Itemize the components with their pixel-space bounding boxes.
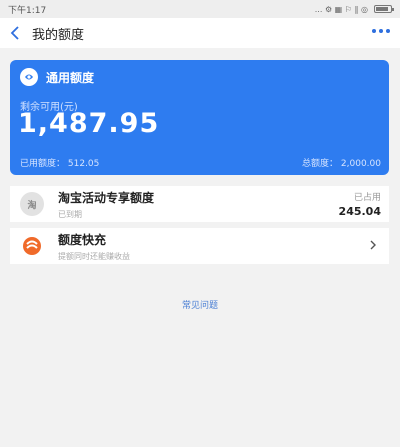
faq-link[interactable]: 常见问题: [0, 298, 400, 311]
used-value: 512.05: [67, 159, 100, 169]
row-title: 额度快充: [58, 232, 107, 247]
status-indicators: ... ⚙ ▦ ⚐ ∥ ◎: [314, 4, 394, 14]
row-subtitle: 已到期: [58, 209, 82, 219]
row-title: 淘宝活动专享额度: [58, 190, 155, 205]
taobao-quota-row[interactable]: 淘 淘宝活动专享额度 已到期 已占用 245.04: [10, 186, 389, 222]
credit-card: 通用额度 剩余可用(元) 1,487.95 已用额度： 512.05 总额度： …: [10, 60, 389, 175]
row-text: 额度快充 提额同时还能赚收益: [58, 231, 130, 262]
chevron-right-icon: [370, 240, 376, 250]
total-label: 总额度：: [302, 159, 339, 169]
row-subtitle: 提额同时还能赚收益: [58, 251, 130, 261]
battery-icon: [374, 5, 394, 13]
occupied-value: 245.04: [338, 205, 381, 218]
card-header: 通用额度: [20, 68, 94, 86]
page-title: 我的额度: [32, 27, 85, 43]
nav-bar: 我的额度: [0, 18, 400, 48]
taobao-icon: 淘: [20, 192, 44, 216]
alipay-logo-icon: [20, 68, 38, 86]
more-dots-icon[interactable]: [372, 29, 390, 33]
status-icons: ... ⚙ ▦ ⚐ ∥ ◎: [314, 4, 368, 14]
status-time: 下午1:17: [8, 5, 47, 16]
chevron-left-icon[interactable]: [0, 18, 30, 48]
quick-charge-icon: [20, 234, 44, 258]
used-quota: 已用额度： 512.05: [20, 156, 99, 169]
total-quota: 总额度： 2,000.00: [302, 156, 381, 169]
total-value: 2,000.00: [340, 159, 381, 169]
occupied-label: 已占用: [353, 193, 381, 203]
card-title: 通用额度: [46, 70, 95, 85]
occupied-info: 已占用 245.04: [339, 190, 381, 218]
quick-charge-row[interactable]: 额度快充 提额同时还能赚收益: [10, 228, 389, 264]
used-label: 已用额度：: [20, 159, 66, 169]
status-bar: 下午1:17 ... ⚙ ▦ ⚐ ∥ ◎: [0, 0, 400, 18]
available-amount: 1,487.95: [18, 108, 160, 139]
card-footer: 已用额度： 512.05 总额度： 2,000.00: [20, 156, 381, 169]
row-text: 淘宝活动专享额度 已到期: [58, 189, 154, 220]
